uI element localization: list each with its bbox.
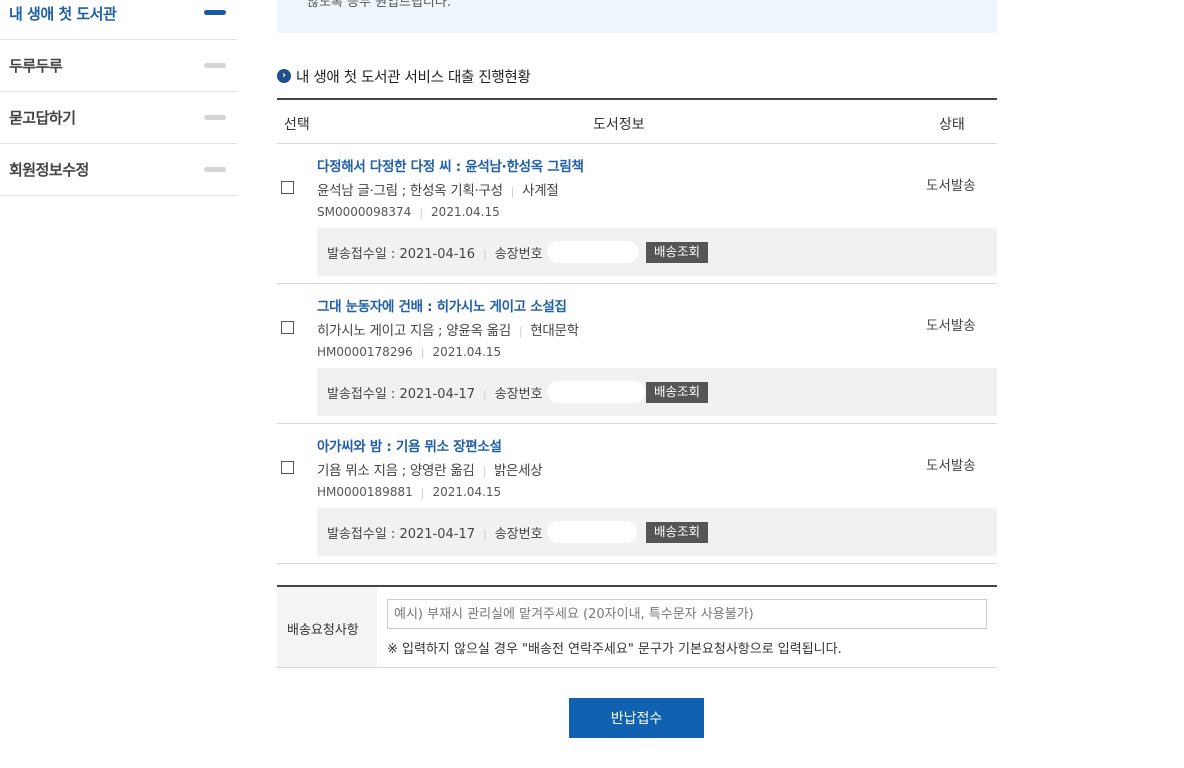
section-title: 내 생애 첫 도서관 서비스 대출 진행현황 xyxy=(296,69,531,86)
loan-status-table: 선택 도서정보 상태 다정해서 다정한 다정 씨 : 윤석남·한성옥 그림책 윤… xyxy=(277,98,997,564)
active-indicator-icon xyxy=(204,10,226,15)
book-meta: 기욤 뮈소 지음 ; 양영란 옮김 | 밝은세상 xyxy=(317,459,543,479)
delivery-request-input[interactable] xyxy=(387,599,987,629)
shipping-text: 발송접수일 : 2021-04-17 | 송장번호 : xyxy=(327,523,551,542)
status-text: 도서발송 xyxy=(926,178,976,194)
section-heading: › 내 생애 첫 도서관 서비스 대출 진행현황 xyxy=(277,66,531,86)
book-meta: 윤석남 글·그림 ; 한성옥 기획·구성 | 사계절 xyxy=(317,179,559,199)
track-shipment-button[interactable]: 배송조회 xyxy=(646,522,709,543)
separator: | xyxy=(510,185,515,198)
redacted-tracking xyxy=(547,241,639,263)
track-shipment-button[interactable]: 배송조회 xyxy=(646,242,709,263)
select-checkbox[interactable] xyxy=(281,321,294,334)
tracking-label: 송장번호 : xyxy=(494,247,552,262)
separator: | xyxy=(482,465,487,478)
separator: | xyxy=(419,206,424,219)
indicator-icon xyxy=(204,167,226,172)
redacted-tracking xyxy=(547,381,645,403)
status-text: 도서발송 xyxy=(926,458,976,474)
book-publisher: 사계절 xyxy=(522,183,559,199)
book-title-link[interactable]: 그대 눈동자에 건배 : 히가시노 게이고 소설집 xyxy=(317,295,567,315)
ship-date: 발송접수일 : 2021-04-17 xyxy=(327,387,475,402)
book-code-line: HM0000189881 | 2021.04.15 xyxy=(317,485,501,499)
sidebar-item-label: 회원정보수정 xyxy=(9,161,89,179)
table-row: 아가씨와 밤 : 기욤 뮈소 장편소설 기욤 뮈소 지음 ; 양영란 옮김 | 밝은… xyxy=(277,424,997,564)
sidebar: 내 생애 첫 도서관 두루두루 묻고답하기 회원정보수정 xyxy=(0,0,237,196)
indicator-icon xyxy=(204,115,226,120)
shipping-text: 발송접수일 : 2021-04-17 | 송장번호 : xyxy=(327,383,551,402)
book-meta: 히가시노 게이고 지음 ; 양윤옥 옮김 | 현대문학 xyxy=(317,319,579,339)
chevron-right-icon: › xyxy=(277,69,291,83)
tracking-label: 송장번호 : xyxy=(494,527,552,542)
sidebar-item-qna[interactable]: 묻고답하기 xyxy=(0,92,237,144)
separator: | xyxy=(420,346,425,359)
separator: | xyxy=(483,248,487,261)
sidebar-item-durudurU[interactable]: 두루두루 xyxy=(0,40,237,92)
shipping-info: 발송접수일 : 2021-04-17 | 송장번호 : 배송조회 xyxy=(317,508,997,556)
track-shipment-button[interactable]: 배송조회 xyxy=(646,382,709,403)
book-title-link[interactable]: 아가씨와 밤 : 기욤 뮈소 장편소설 xyxy=(317,435,502,455)
header-book-info: 도서정보 xyxy=(593,117,645,133)
ship-date: 발송접수일 : 2021-04-17 xyxy=(327,527,475,542)
table-row: 다정해서 다정한 다정 씨 : 윤석남·한성옥 그림책 윤석남 글·그림 ; 한… xyxy=(277,144,997,284)
separator: | xyxy=(420,486,425,499)
header-select: 선택 xyxy=(284,117,310,133)
book-code-line: HM0000178296 | 2021.04.15 xyxy=(317,345,501,359)
book-publisher: 밝은세상 xyxy=(493,463,543,479)
redacted-tracking xyxy=(547,521,637,543)
book-publisher: 현대문학 xyxy=(530,323,579,339)
shipping-info: 발송접수일 : 2021-04-17 | 송장번호 : 배송조회 xyxy=(317,368,997,416)
book-date: 2021.04.15 xyxy=(432,485,502,499)
book-code: SM0000098374 xyxy=(317,205,412,219)
tracking-label: 송장번호 : xyxy=(494,387,552,402)
table-header: 선택 도서정보 상태 xyxy=(277,98,997,144)
shipping-info: 발송접수일 : 2021-04-16 | 송장번호 : 배송조회 xyxy=(317,228,997,276)
notice-box: 않도록 등두 원입드립니다. xyxy=(277,0,997,33)
header-status: 상태 xyxy=(939,117,965,133)
book-author: 히가시노 게이고 지음 ; 양윤옥 옮김 xyxy=(317,323,511,339)
book-code-line: SM0000098374 | 2021.04.15 xyxy=(317,205,500,219)
sidebar-item-label: 내 생애 첫 도서관 xyxy=(9,5,117,23)
book-date: 2021.04.15 xyxy=(431,205,500,219)
shipping-text: 발송접수일 : 2021-04-16 | 송장번호 : xyxy=(327,243,551,262)
status-text: 도서발송 xyxy=(926,318,976,334)
ship-date: 발송접수일 : 2021-04-16 xyxy=(327,247,475,262)
book-code: HM0000189881 xyxy=(317,485,413,499)
book-author: 기욤 뮈소 지음 ; 양영란 옮김 xyxy=(317,463,475,479)
sidebar-item-my-first-library[interactable]: 내 생애 첫 도서관 xyxy=(0,0,237,40)
sidebar-item-edit-profile[interactable]: 회원정보수정 xyxy=(0,144,237,196)
notice-text: 않도록 등두 원입드립니다. xyxy=(307,0,451,10)
sidebar-item-label: 묻고답하기 xyxy=(9,109,76,127)
separator: | xyxy=(483,528,487,541)
sidebar-item-label: 두루두루 xyxy=(9,57,63,75)
book-date: 2021.04.15 xyxy=(432,345,502,359)
book-author: 윤석남 글·그림 ; 한성옥 기획·구성 xyxy=(317,183,503,199)
request-note: ※ 입력하지 않으실 경우 "배송전 연락주세요" 문구가 기본요청사항으로 입… xyxy=(387,642,842,657)
select-checkbox[interactable] xyxy=(281,461,294,474)
table-row: 그대 눈동자에 건배 : 히가시노 게이고 소설집 히가시노 게이고 지음 ; … xyxy=(277,284,997,424)
request-label-cell: 배송요청사항 xyxy=(277,587,377,667)
request-label: 배송요청사항 xyxy=(287,623,359,638)
separator: | xyxy=(483,388,487,401)
book-title-link[interactable]: 다정해서 다정한 다정 씨 : 윤석남·한성옥 그림책 xyxy=(317,155,584,175)
separator: | xyxy=(518,325,523,338)
delivery-request-form: 배송요청사항 ※ 입력하지 않으실 경우 "배송전 연락주세요" 문구가 기본요… xyxy=(277,585,997,668)
select-checkbox[interactable] xyxy=(281,181,294,194)
return-submit-button[interactable]: 반납접수 xyxy=(569,698,704,738)
indicator-icon xyxy=(204,63,226,68)
book-code: HM0000178296 xyxy=(317,345,413,359)
